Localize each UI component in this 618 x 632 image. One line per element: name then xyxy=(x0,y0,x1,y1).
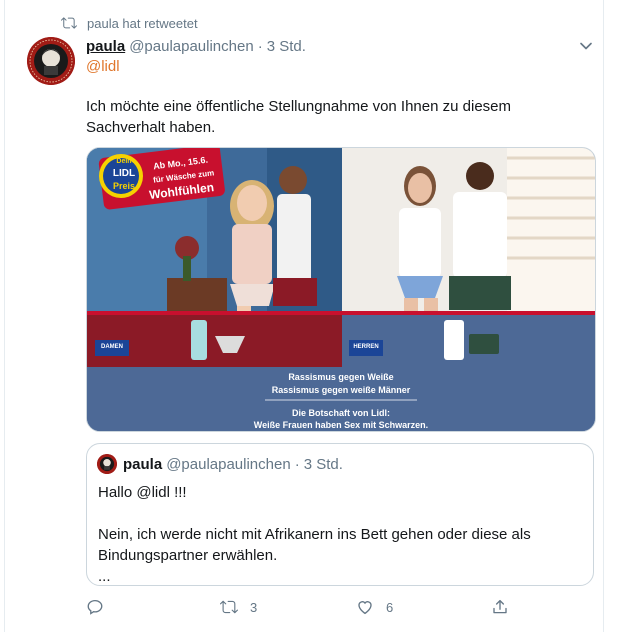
tweet-image[interactable]: Dein LIDL Preis Ab Mo., 15.6. für Wäsche… xyxy=(86,147,596,432)
label-damen: DAMEN xyxy=(101,344,123,350)
tweet-header: paula @paulapaulinchen · 3 Std. xyxy=(86,36,306,56)
heart-icon[interactable] xyxy=(356,598,374,616)
image-caption-4: Weiße Frauen haben Sex mit Schwarzen. xyxy=(253,420,429,430)
retweet-icon xyxy=(61,17,77,29)
avatar[interactable] xyxy=(27,37,75,85)
quote-separator: · xyxy=(294,456,300,473)
quote-display-name: paula xyxy=(123,456,163,473)
retweet-context: paula hat retweetet xyxy=(61,14,198,32)
like-count: 6 xyxy=(386,599,394,615)
label-herren: HERREN xyxy=(353,344,379,350)
badge-brand: LIDL xyxy=(112,168,136,179)
image-caption-2: Rassismus gegen weiße Männer xyxy=(271,385,411,395)
share-action[interactable] xyxy=(491,596,509,618)
separator: · xyxy=(257,37,263,55)
image-caption-1: Rassismus gegen Weiße xyxy=(288,372,394,382)
timestamp[interactable]: 3 Std. xyxy=(267,38,306,55)
retweet-icon[interactable] xyxy=(220,598,238,616)
chevron-down-icon[interactable] xyxy=(576,36,596,56)
tweet-card[interactable]: paula hat retweetet paula @paulapaulinch… xyxy=(4,0,604,632)
reply-mention[interactable]: @lidl xyxy=(86,58,120,75)
quote-handle: @paulapaulinchen xyxy=(166,456,291,473)
retweet-count: 3 xyxy=(250,599,258,615)
user-handle[interactable]: @paulapaulinchen xyxy=(129,38,254,55)
like-action[interactable]: 6 xyxy=(356,596,393,618)
retweet-action[interactable]: 3 xyxy=(220,596,257,618)
reply-action[interactable] xyxy=(86,596,116,618)
badge-label-bottom: Preis xyxy=(112,181,136,191)
reply-icon[interactable] xyxy=(86,598,104,616)
quote-timestamp: 3 Std. xyxy=(303,456,343,473)
quote-header: paula @paulapaulinchen · 3 Std. xyxy=(123,456,343,473)
display-name[interactable]: paula xyxy=(86,38,125,55)
share-icon[interactable] xyxy=(491,598,509,616)
quote-text: Hallo @lidl !!! Nein, ich werde nicht mi… xyxy=(98,484,531,585)
image-caption-3: Die Botschaft von Lidl: xyxy=(291,408,390,418)
badge-label-top: Dein xyxy=(116,158,132,165)
retweet-note[interactable]: paula hat retweetet xyxy=(87,16,198,31)
tweet-text: Ich möchte eine öffentliche Stellungnahm… xyxy=(86,98,511,136)
quote-avatar xyxy=(97,454,117,474)
quoted-tweet[interactable]: paula @paulapaulinchen · 3 Std. Hallo @l… xyxy=(86,443,594,586)
